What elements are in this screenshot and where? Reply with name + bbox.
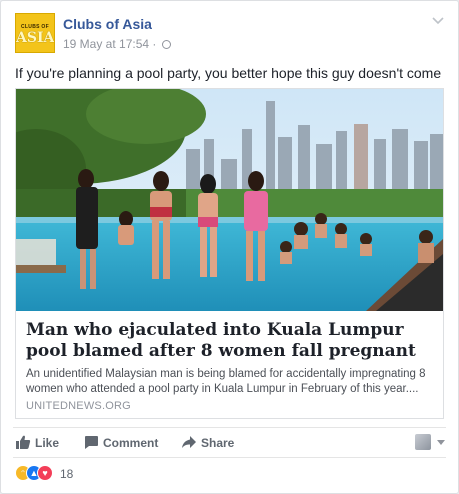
comment-icon (85, 436, 98, 449)
comment-label[interactable]: Comment (103, 436, 158, 450)
post-timestamp[interactable]: 19 May at 17:54 · (63, 37, 171, 51)
love-reaction-icon: ♥ (37, 465, 53, 481)
action-bar: Like Comment Share (15, 431, 445, 455)
link-preview-text[interactable]: Man who ejaculated into Kuala Lumpur poo… (16, 311, 443, 418)
caret-down-icon (437, 440, 445, 445)
share-label[interactable]: Share (201, 436, 234, 450)
page-avatar[interactable]: CLUBS OF ASIA (15, 13, 55, 53)
link-domain: UNITEDNEWS.ORG (26, 400, 131, 412)
like-label[interactable]: Like (35, 436, 59, 450)
actions-divider-bottom (13, 457, 446, 458)
post-message: If you're planning a pool party, you bet… (15, 65, 442, 81)
post-header: CLUBS OF ASIA Clubs of Asia 19 May at 17… (15, 13, 446, 55)
post-card: CLUBS OF ASIA Clubs of Asia 19 May at 17… (0, 0, 459, 494)
timestamp-text[interactable]: 19 May at 17:54 · (63, 37, 156, 51)
globe-icon (161, 40, 171, 49)
link-title[interactable]: Man who ejaculated into Kuala Lumpur poo… (26, 320, 436, 362)
reaction-count[interactable]: 18 (60, 467, 73, 481)
chevron-down-icon[interactable] (432, 17, 444, 25)
actions-divider-top (13, 427, 446, 428)
thumbs-up-icon (16, 435, 31, 449)
avatar-big-text: ASIA (16, 30, 55, 46)
share-arrow-icon (182, 436, 196, 448)
page-name-link[interactable]: Clubs of Asia (63, 16, 152, 32)
profile-thumbnail-icon (415, 434, 431, 450)
audience-selector[interactable] (415, 434, 445, 450)
pool-party-photo[interactable] (16, 89, 443, 311)
link-attachment[interactable]: Man who ejaculated into Kuala Lumpur poo… (15, 88, 444, 419)
link-description: An unidentified Malaysian man is being b… (26, 368, 426, 395)
